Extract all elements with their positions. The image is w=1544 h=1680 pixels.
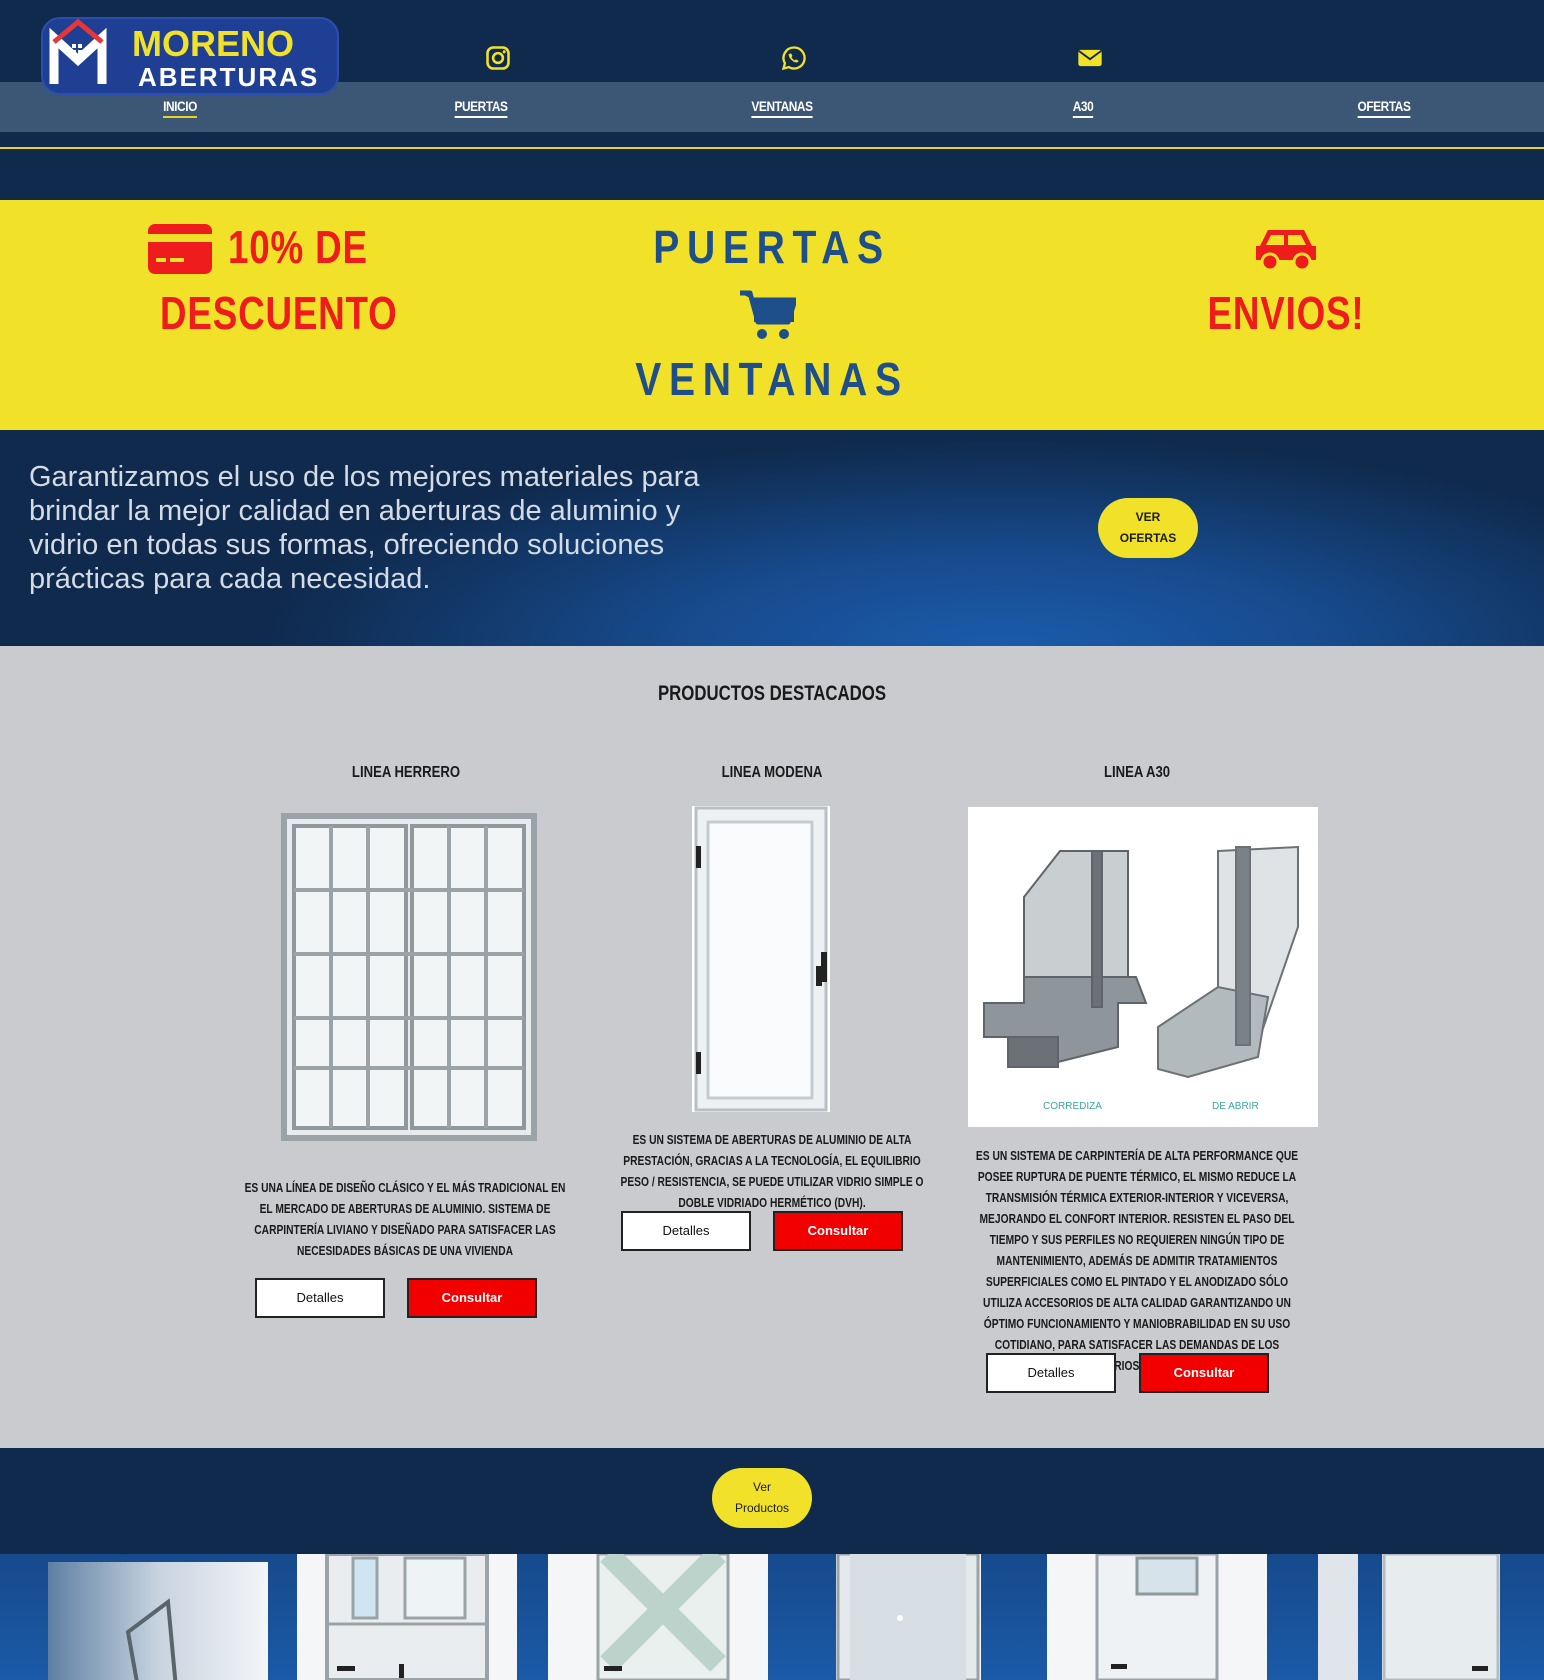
- featured-products-section: PRODUCTOS DESTACADOS LINEA HERRERO ES UN…: [0, 646, 1544, 1448]
- shopping-cart-icon: [740, 290, 796, 339]
- car-icon: [1256, 230, 1316, 272]
- image-label-correidza: CORREDIZA: [1043, 1101, 1102, 1112]
- carousel-thumb[interactable]: [1318, 1554, 1358, 1680]
- nav-ofertas[interactable]: OFERTAS: [1333, 98, 1435, 118]
- product-image-herrero[interactable]: [280, 812, 538, 1142]
- image-label-de-abrir: DE ABRIR: [1212, 1101, 1259, 1112]
- ver-productos-button[interactable]: Ver Productos: [712, 1468, 812, 1528]
- instagram-icon[interactable]: [484, 44, 512, 72]
- credit-card-icon: [148, 224, 212, 274]
- nav-ventanas[interactable]: VENTANAS: [731, 98, 833, 118]
- carousel-thumb[interactable]: [1382, 1554, 1500, 1680]
- product-title-herrero: LINEA HERRERO: [351, 764, 461, 781]
- products-carousel-section: Ver Productos: [0, 1448, 1544, 1680]
- carousel-thumb[interactable]: [1047, 1554, 1267, 1680]
- discount-line2: DESCUENTO: [160, 287, 398, 339]
- details-button-a30[interactable]: Detalles: [986, 1353, 1116, 1393]
- product-title-modena: LINEA MODENA: [721, 764, 823, 781]
- carousel-thumb[interactable]: [48, 1562, 268, 1680]
- product-image-modena[interactable]: [692, 806, 830, 1112]
- hero-text: Garantizamos el uso de los mejores mater…: [29, 461, 700, 595]
- promo-banner: 10% DE DESCUENTO PUERTAS VENTANAS ENVIOS…: [0, 200, 1544, 430]
- ver-productos-line1: Ver: [752, 1480, 771, 1494]
- nav-puertas[interactable]: PUERTAS: [430, 98, 532, 118]
- product-image-a30[interactable]: CORREDIZA DE ABRIR: [968, 807, 1318, 1127]
- site-header: MORENO ABERTURAS INICIO PUERTAS VENTANAS…: [0, 0, 1544, 200]
- ver-ofertas-line1: VER: [1135, 510, 1161, 524]
- promo-puertas: PUERTAS: [653, 221, 891, 273]
- mail-icon[interactable]: [1076, 44, 1104, 72]
- product-title-a30: LINEA A30: [1103, 764, 1171, 781]
- details-button-herrero[interactable]: Detalles: [255, 1278, 385, 1318]
- hero-section: Garantizamos el uso de los mejores mater…: [0, 430, 1544, 646]
- consult-button-a30[interactable]: Consultar: [1139, 1353, 1269, 1393]
- products-title: PRODUCTOS DESTACADOS: [657, 682, 887, 705]
- carousel-strip: [0, 1554, 1544, 1680]
- product-desc-modena: ES UN SISTEMA DE ABERTURAS DE ALUMINIO D…: [620, 1133, 924, 1210]
- brand-line2: ABERTURAS: [138, 62, 319, 92]
- brand-logo[interactable]: MORENO ABERTURAS: [40, 16, 340, 96]
- ver-ofertas-button[interactable]: VER OFERTAS: [1098, 498, 1198, 558]
- nav-inicio[interactable]: INICIO: [129, 98, 231, 118]
- discount-line1: 10% DE: [228, 221, 368, 273]
- carousel-thumb[interactable]: [836, 1554, 981, 1680]
- consult-button-herrero[interactable]: Consultar: [407, 1278, 537, 1318]
- promo-ventanas: VENTANAS: [635, 353, 909, 405]
- ver-ofertas-line2: OFERTAS: [1119, 531, 1177, 545]
- whatsapp-icon[interactable]: [780, 44, 808, 72]
- ver-productos-line2: Productos: [734, 1501, 790, 1515]
- nav-a30[interactable]: A30: [1032, 98, 1134, 118]
- promo-envios: ENVIOS!: [1207, 287, 1365, 339]
- carousel-thumb[interactable]: [297, 1554, 517, 1680]
- brand-line1: MORENO: [132, 23, 294, 64]
- details-button-modena[interactable]: Detalles: [621, 1211, 751, 1251]
- product-desc-a30: ES UN SISTEMA DE CARPINTERÍA DE ALTA PER…: [975, 1149, 1299, 1373]
- consult-button-modena[interactable]: Consultar: [773, 1211, 903, 1251]
- carousel-thumb[interactable]: [548, 1554, 768, 1680]
- nav-divider: [0, 147, 1544, 149]
- product-desc-herrero: ES UNA LÍNEA DE DISEÑO CLÁSICO Y EL MÁS …: [244, 1181, 566, 1258]
